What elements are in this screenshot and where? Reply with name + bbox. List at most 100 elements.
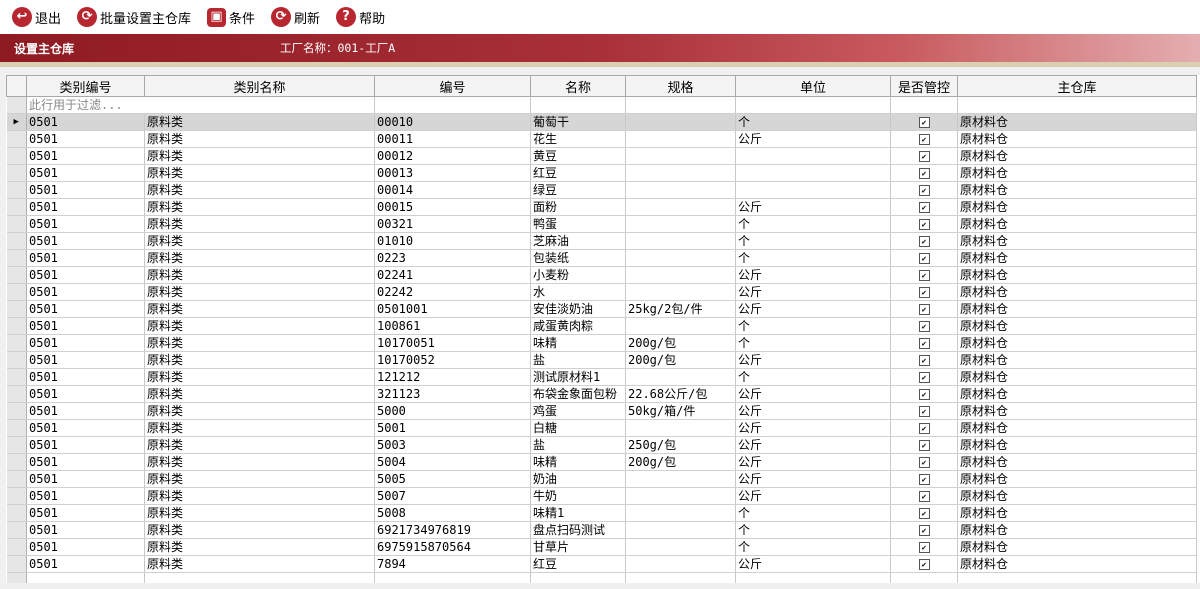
cell-unit[interactable]: 公斤 [735, 130, 891, 148]
cell-cat-name[interactable]: 原料类 [144, 181, 375, 199]
table-row[interactable]: 0501 原料类 5003 盐 250g/包 公斤 ✔ 原材料仓 [6, 436, 1197, 454]
cell-spec[interactable]: 200g/包 [625, 351, 736, 369]
cell-controlled[interactable]: ✔ [890, 283, 958, 301]
cell-controlled[interactable]: ✔ [890, 164, 958, 182]
table-row[interactable]: 0501 原料类 5001 白糖 公斤 ✔ 原材料仓 [6, 419, 1197, 437]
cell-unit[interactable]: 个 [735, 334, 891, 352]
cell-cat-code[interactable]: 0501 [26, 453, 145, 471]
table-row[interactable]: 0501 原料类 5004 味精 200g/包 公斤 ✔ 原材料仓 [6, 453, 1197, 471]
filter-cell[interactable] [374, 96, 531, 114]
table-row[interactable]: 0501 原料类 02241 小麦粉 公斤 ✔ 原材料仓 [6, 266, 1197, 284]
cell-name[interactable]: 白糖 [530, 419, 626, 437]
cell-cat-name[interactable]: 原料类 [144, 198, 375, 216]
cell-cat-name[interactable]: 原料类 [144, 504, 375, 522]
cell-code[interactable]: 6975915870564 [374, 538, 531, 556]
cell-name[interactable]: 味精1 [530, 504, 626, 522]
table-row[interactable]: 0501 原料类 100861 咸蛋黄肉粽 个 ✔ 原材料仓 [6, 317, 1197, 335]
cell-name[interactable]: 花生 [530, 130, 626, 148]
cell-cat-code[interactable]: 0501 [26, 266, 145, 284]
cell-spec[interactable] [625, 317, 736, 335]
cell-name[interactable]: 水 [530, 283, 626, 301]
cell-cat-code[interactable]: 0501 [26, 198, 145, 216]
cell-cat-name[interactable]: 原料类 [144, 164, 375, 182]
cell-name[interactable]: 葡萄干 [530, 113, 626, 131]
cell-warehouse[interactable]: 原材料仓 [957, 249, 1197, 267]
cell-code[interactable]: 00010 [374, 113, 531, 131]
cell-cat-name[interactable]: 原料类 [144, 402, 375, 420]
table-row[interactable]: 0501 原料类 02242 水 公斤 ✔ 原材料仓 [6, 283, 1197, 301]
cell-controlled[interactable]: ✔ [890, 317, 958, 335]
cell-unit[interactable]: 公斤 [735, 402, 891, 420]
cell-controlled[interactable]: ✔ [890, 215, 958, 233]
cell-unit[interactable]: 个 [735, 504, 891, 522]
controlled-checkbox[interactable]: ✔ [918, 116, 930, 128]
cell-cat-name[interactable]: 原料类 [144, 334, 375, 352]
cell-name[interactable]: 鸡蛋 [530, 402, 626, 420]
cell-warehouse[interactable]: 原材料仓 [957, 436, 1197, 454]
cell-cat-name[interactable]: 原料类 [144, 249, 375, 267]
cell-name[interactable]: 味精 [530, 334, 626, 352]
cell-cat-code[interactable]: 0501 [26, 283, 145, 301]
table-row[interactable]: 0501 原料类 00011 花生 公斤 ✔ 原材料仓 [6, 130, 1197, 148]
controlled-checkbox[interactable]: ✔ [918, 320, 930, 332]
cell-spec[interactable]: 22.68公斤/包 [625, 385, 736, 403]
cell-code[interactable]: 5008 [374, 504, 531, 522]
controlled-checkbox[interactable]: ✔ [918, 133, 930, 145]
cell-name[interactable]: 小麦粉 [530, 266, 626, 284]
cell-controlled[interactable]: ✔ [890, 521, 958, 539]
cell-cat-code[interactable]: 0501 [26, 334, 145, 352]
table-row[interactable]: 0501 原料类 10170052 盐 200g/包 公斤 ✔ 原材料仓 [6, 351, 1197, 369]
filter-input[interactable]: 此行用于过滤... [26, 96, 375, 114]
cell-warehouse[interactable]: 原材料仓 [957, 385, 1197, 403]
cell-cat-name[interactable]: 原料类 [144, 317, 375, 335]
refresh-button[interactable]: ⟳ 刷新 [271, 5, 320, 29]
table-row[interactable]: 0501 原料类 121212 测试原材料1 个 ✔ 原材料仓 [6, 368, 1197, 386]
controlled-checkbox[interactable]: ✔ [918, 235, 930, 247]
cell-spec[interactable] [625, 164, 736, 182]
table-row[interactable]: 0501 原料类 00321 鸭蛋 个 ✔ 原材料仓 [6, 215, 1197, 233]
table-row[interactable]: 0501 原料类 6975915870564 甘草片 个 ✔ 原材料仓 [6, 538, 1197, 556]
cell-code[interactable]: 100861 [374, 317, 531, 335]
cell-warehouse[interactable]: 原材料仓 [957, 334, 1197, 352]
cell-unit[interactable]: 公斤 [735, 198, 891, 216]
cell-code[interactable]: 00014 [374, 181, 531, 199]
controlled-checkbox[interactable]: ✔ [918, 167, 930, 179]
cell-name[interactable]: 盐 [530, 436, 626, 454]
table-row[interactable]: 0501 原料类 5007 牛奶 公斤 ✔ 原材料仓 [6, 487, 1197, 505]
cell-cat-code[interactable]: 0501 [26, 402, 145, 420]
cell-cat-code[interactable]: 0501 [26, 521, 145, 539]
cell-name[interactable]: 芝麻油 [530, 232, 626, 250]
cell-cat-name[interactable]: 原料类 [144, 300, 375, 318]
controlled-checkbox[interactable]: ✔ [918, 541, 930, 553]
cell-name[interactable]: 味精 [530, 453, 626, 471]
cell-cat-code[interactable]: 0501 [26, 215, 145, 233]
cell-code[interactable]: 7894 [374, 555, 531, 573]
cell-name[interactable]: 甘草片 [530, 538, 626, 556]
cell-code[interactable]: 00321 [374, 215, 531, 233]
controlled-checkbox[interactable]: ✔ [918, 201, 930, 213]
cell-cat-code[interactable]: 0501 [26, 249, 145, 267]
cell-spec[interactable] [625, 368, 736, 386]
cell-controlled[interactable]: ✔ [890, 300, 958, 318]
table-row[interactable]: 0501 原料类 00015 面粉 公斤 ✔ 原材料仓 [6, 198, 1197, 216]
cell-unit[interactable]: 个 [735, 215, 891, 233]
cell-spec[interactable] [625, 249, 736, 267]
cell-cat-name[interactable]: 原料类 [144, 266, 375, 284]
cell-warehouse[interactable]: 原材料仓 [957, 198, 1197, 216]
cell-cat-code[interactable]: 0501 [26, 419, 145, 437]
controlled-checkbox[interactable]: ✔ [918, 286, 930, 298]
controlled-checkbox[interactable]: ✔ [918, 150, 930, 162]
cell-cat-name[interactable]: 原料类 [144, 419, 375, 437]
cell-name[interactable]: 盐 [530, 351, 626, 369]
cell-unit[interactable]: 个 [735, 538, 891, 556]
filter-cell[interactable] [735, 96, 891, 114]
cell-cat-code[interactable]: 0501 [26, 487, 145, 505]
cell-code[interactable]: 10170052 [374, 351, 531, 369]
cell-cat-code[interactable]: 0501 [26, 351, 145, 369]
condition-button[interactable]: ▣ 条件 [207, 5, 255, 29]
cell-controlled[interactable]: ✔ [890, 402, 958, 420]
cell-cat-code[interactable]: 0501 [26, 147, 145, 165]
cell-name[interactable]: 咸蛋黄肉粽 [530, 317, 626, 335]
cell-code[interactable]: 0223 [374, 249, 531, 267]
cell-cat-code[interactable]: 0501 [26, 368, 145, 386]
